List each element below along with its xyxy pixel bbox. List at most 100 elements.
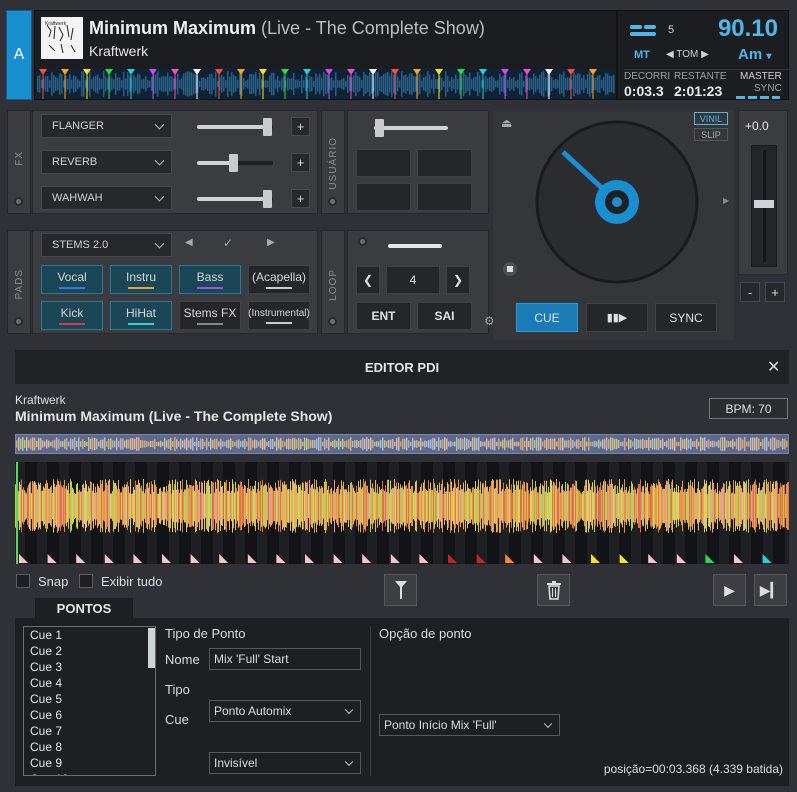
marker-add-icon[interactable] [384,574,417,606]
user-side: USUÁRIO [321,110,345,214]
editor-overview[interactable] [15,434,789,454]
user-dot[interactable] [328,197,337,206]
mt-button[interactable]: MT [634,49,650,61]
bpm-display[interactable]: 90.10 [718,15,778,43]
point-item[interactable]: Cue 9 [27,755,155,771]
close-icon[interactable]: ✕ [767,357,780,377]
fx-select-2[interactable]: REVERB [41,150,172,174]
type-select[interactable]: Ponto Automix [209,700,361,722]
stems-row1-pad-3[interactable]: Bass [179,265,241,294]
layout-icon[interactable] [630,25,642,29]
overview-waveform[interactable] [37,69,615,99]
pads-panel: STEMS 2.0 ◀ ✓ ▶ Vocal Instru Bass (Acapella… [32,230,318,334]
point-item[interactable]: Cue 3 [27,659,155,675]
fx-select-1[interactable]: FLANGER [41,114,172,138]
pads-prev-icon[interactable]: ◀ [185,237,193,248]
snap-checkbox[interactable] [16,574,30,588]
loop-half-button[interactable]: ❮ [356,266,380,294]
pitch-knob[interactable] [754,200,774,208]
stems-row1-pad-1[interactable]: Vocal [41,265,103,294]
remaining-label: RESTANTE [674,71,727,82]
pad-color-bar [266,321,292,324]
jog-wheel[interactable] [533,118,701,286]
loop-dot[interactable] [328,317,337,326]
deck-number: 5 [668,24,675,36]
fx-add-3[interactable]: + [291,189,310,208]
name-field[interactable]: Mix 'Full' Start [209,648,361,670]
pad-label: Bass [196,270,224,284]
cue-select[interactable]: Invisível [209,752,361,774]
key-tom[interactable]: ◀ TOM ▶ [666,49,709,60]
loop-double-button[interactable]: ❯ [446,266,470,294]
fx-add-2[interactable]: + [291,153,310,172]
editor-waveform[interactable] [15,462,795,564]
fx-slider-1[interactable] [197,118,273,136]
pads-next-icon[interactable]: ▶ [267,237,275,248]
user-pad-1[interactable] [356,149,411,177]
stems-row1-pad-2[interactable]: Instru [110,265,172,294]
eject-icon[interactable]: ⏏ [501,116,512,130]
sync-label[interactable]: SYNC [754,83,782,94]
stems-row2-pad-3[interactable]: Stems FX [179,301,241,330]
tab-points[interactable]: PONTOS [35,598,133,618]
track-artist: Kraftwerk [89,43,149,59]
point-item[interactable]: Cue 2 [27,643,155,659]
point-item[interactable]: Cue 4 [27,675,155,691]
point-item[interactable]: Cue 8 [27,739,155,755]
stems-row1-pad-4[interactable]: (Acapella) [248,265,310,294]
editor-bpm[interactable]: BPM: 70 [709,398,788,419]
stems-row2-pad-1[interactable]: Kick [41,301,103,330]
points-list[interactable]: Cue 1 Cue 2 Cue 3 Cue 4 Cue 5 Cue 6 Cue 7 Cue 8… [23,626,156,776]
type-label: Tipo [165,682,190,697]
option-select[interactable]: Ponto Início Mix 'Full' [379,714,560,736]
point-item[interactable]: Cue 7 [27,723,155,739]
play-icon[interactable]: ▶ [713,574,746,606]
pad-color-bar [197,287,223,289]
cue-label: Cue [165,712,189,727]
user-pad-3[interactable] [356,183,411,211]
pitch-fader[interactable] [751,145,777,267]
point-item[interactable]: Cue 10 [27,771,155,775]
fx-dot[interactable] [14,197,23,206]
point-item[interactable]: Cue 1 [27,627,155,643]
user-pad-2[interactable] [417,149,472,177]
master-label[interactable]: MASTER [740,71,782,82]
cue-button[interactable]: CUE [516,303,578,332]
editor-title-bar: EDITOR PDI [15,350,789,384]
stop-icon[interactable] [503,262,517,276]
fx-add-1[interactable]: + [291,117,310,136]
pads-mode-select[interactable]: STEMS 2.0 [41,233,172,257]
loop-out-button[interactable]: SAI [417,302,472,330]
pad-color-bar [197,323,223,325]
pitch-minus-button[interactable]: - [740,282,760,302]
play-pause-button[interactable]: ▮▮▶ [586,303,648,332]
stems-row2-pad-2[interactable]: HiHat [110,301,172,330]
loop-size[interactable]: 4 [386,266,440,294]
pitch-plus-button[interactable]: + [765,282,785,302]
pads-side: PADS [7,230,31,334]
sync-button[interactable]: SYNC [655,303,717,332]
fx-select-3[interactable]: WAHWAH [41,186,172,210]
fx-slider-2[interactable] [197,154,273,172]
pads-check-icon[interactable]: ✓ [223,236,233,250]
editor-artist: Kraftwerk [15,393,66,407]
list-scrollbar[interactable] [148,628,155,668]
option-header: Opção de ponto [379,626,472,641]
skip-end-icon[interactable]: ▶▎ [754,574,787,606]
fx-slider-3[interactable] [197,190,273,208]
trash-icon[interactable] [537,574,570,606]
point-item[interactable]: Cue 5 [27,691,155,707]
position-readout: posição=00:03.368 (4.339 batida) [603,762,783,776]
loop-indicator[interactable] [358,237,367,246]
poi-editor: EDITOR PDI ✕ Kraftwerk Minimum Maximum (… [7,342,797,792]
user-pad-4[interactable] [417,183,472,211]
point-item[interactable]: Cue 6 [27,707,155,723]
deck-letter[interactable]: A [6,10,32,100]
editor-track: Minimum Maximum (Live - The Complete Sho… [15,408,333,424]
pads-dot[interactable] [14,317,23,326]
stems-row2-pad-4[interactable]: (Instrumental) [248,301,310,330]
show-all-checkbox[interactable] [79,574,93,588]
loop-in-button[interactable]: ENT [356,302,411,330]
user-slider[interactable] [375,119,384,137]
key-display[interactable]: Am ▾ [738,46,771,63]
